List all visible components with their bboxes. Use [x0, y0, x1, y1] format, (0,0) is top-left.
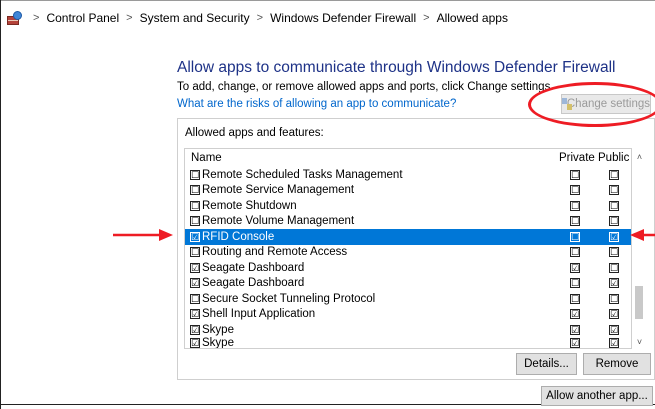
- public-checkbox[interactable]: ☑: [609, 337, 619, 348]
- details-button[interactable]: Details...: [516, 353, 577, 375]
- private-checkbox[interactable]: ☐: [570, 185, 580, 196]
- enable-checkbox[interactable]: ☑: [190, 309, 200, 320]
- app-name: RFID Console: [202, 230, 275, 243]
- private-checkbox[interactable]: ☑: [570, 262, 580, 273]
- public-checkbox[interactable]: ☑: [609, 278, 619, 289]
- enable-checkbox[interactable]: ☑: [190, 337, 200, 348]
- app-name: Routing and Remote Access: [202, 246, 348, 259]
- public-checkbox[interactable]: ☐: [609, 262, 619, 273]
- list-item[interactable]: ☐ Remote Shutdown ☐ ☐: [185, 198, 631, 214]
- risks-link[interactable]: What are the risks of allowing an app to…: [177, 98, 456, 110]
- breadcrumb: > Control Panel > System and Security > …: [6, 8, 508, 28]
- enable-checkbox[interactable]: ☑: [190, 262, 200, 273]
- list-item-selected[interactable]: ☑ RFID Console ☐ ☑: [185, 229, 631, 245]
- list-item[interactable]: ☑ Skype ☑ ☑: [185, 335, 631, 349]
- list-item[interactable]: ☐ Routing and Remote Access ☐ ☐: [185, 245, 631, 261]
- private-checkbox[interactable]: ☑: [570, 324, 580, 335]
- window-top-edge: [0, 0, 655, 1]
- column-name-header[interactable]: Name: [191, 152, 222, 164]
- enable-checkbox[interactable]: ☐: [190, 185, 200, 196]
- private-checkbox[interactable]: ☑: [570, 309, 580, 320]
- arrow-right-icon: [113, 229, 173, 241]
- public-checkbox[interactable]: ☑: [609, 324, 619, 335]
- breadcrumb-separator: >: [126, 12, 133, 24]
- page-subtitle: To add, change, or remove allowed apps a…: [177, 81, 554, 93]
- breadcrumb-firewall[interactable]: Windows Defender Firewall: [270, 11, 416, 25]
- list-item[interactable]: ☐ Remote Service Management ☐ ☐: [185, 183, 631, 199]
- app-name: Shell Input Application: [202, 308, 316, 321]
- scroll-down-icon[interactable]: ˅: [632, 335, 647, 349]
- enable-checkbox[interactable]: ☑: [190, 231, 200, 242]
- scroll-thumb[interactable]: [635, 286, 643, 319]
- list-item[interactable]: ☑ Shell Input Application ☑ ☑: [185, 307, 631, 323]
- panel-label: Allowed apps and features:: [185, 127, 324, 139]
- breadcrumb-separator: >: [256, 12, 264, 24]
- page-title: Allow apps to communicate through Window…: [177, 59, 616, 76]
- list-header: Name Private Public: [185, 149, 631, 166]
- list-item[interactable]: ☐ Remote Volume Management ☐ ☐: [185, 214, 631, 230]
- app-name: Remote Volume Management: [202, 215, 355, 228]
- column-public-header[interactable]: Public: [598, 152, 629, 164]
- private-checkbox[interactable]: ☐: [570, 293, 580, 304]
- public-checkbox[interactable]: ☐: [609, 200, 619, 211]
- allow-another-app-button[interactable]: Allow another app...: [541, 386, 653, 406]
- public-checkbox[interactable]: ☐: [609, 169, 619, 180]
- remove-button[interactable]: Remove: [583, 353, 651, 375]
- app-name: Secure Socket Tunneling Protocol: [202, 292, 376, 305]
- app-name: Seagate Dashboard: [202, 277, 305, 290]
- list-scrollbar[interactable]: ˄ ˅: [632, 148, 647, 349]
- public-checkbox[interactable]: ☐: [609, 247, 619, 258]
- enable-checkbox[interactable]: ☐: [190, 247, 200, 258]
- private-checkbox[interactable]: ☑: [570, 337, 580, 348]
- app-name: Remote Shutdown: [202, 199, 297, 212]
- allowed-apps-panel: Allowed apps and features: Name Private …: [177, 118, 655, 380]
- list-item[interactable]: ☐ Remote Scheduled Tasks Management ☐ ☐: [185, 167, 631, 183]
- list-item[interactable]: ☐ Secure Socket Tunneling Protocol ☐ ☐: [185, 291, 631, 307]
- breadcrumb-control-panel[interactable]: Control Panel: [46, 11, 119, 25]
- breadcrumb-allowed-apps[interactable]: Allowed apps: [437, 11, 508, 25]
- highlight-ellipse: [528, 82, 655, 127]
- private-checkbox[interactable]: ☐: [570, 231, 580, 242]
- app-name: Remote Service Management: [202, 184, 355, 197]
- enable-checkbox[interactable]: ☐: [190, 200, 200, 211]
- list-item[interactable]: ☑ Seagate Dashboard ☑ ☐: [185, 260, 631, 276]
- arrow-left-icon: [630, 229, 655, 241]
- enable-checkbox[interactable]: ☑: [190, 324, 200, 335]
- firewall-icon: [6, 10, 22, 26]
- column-private-header[interactable]: Private: [559, 152, 595, 164]
- scroll-up-icon[interactable]: ˄: [632, 150, 647, 164]
- enable-checkbox[interactable]: ☐: [190, 293, 200, 304]
- app-name: Remote Scheduled Tasks Management: [202, 168, 403, 181]
- enable-checkbox[interactable]: ☑: [190, 278, 200, 289]
- enable-checkbox[interactable]: ☐: [190, 169, 200, 180]
- breadcrumb-system-security[interactable]: System and Security: [140, 11, 250, 25]
- enable-checkbox[interactable]: ☐: [190, 216, 200, 227]
- private-checkbox[interactable]: ☐: [570, 278, 580, 289]
- window-left-edge: [0, 0, 1, 409]
- private-checkbox[interactable]: ☐: [570, 169, 580, 180]
- breadcrumb-separator: >: [423, 12, 430, 24]
- app-name: Skype: [202, 336, 234, 349]
- apps-list[interactable]: Name Private Public ☐ Remote Scheduled Ta…: [184, 148, 632, 349]
- public-checkbox[interactable]: ☐: [609, 216, 619, 227]
- private-checkbox[interactable]: ☐: [570, 247, 580, 258]
- public-checkbox[interactable]: ☑: [609, 231, 619, 242]
- private-checkbox[interactable]: ☐: [570, 216, 580, 227]
- public-checkbox[interactable]: ☐: [609, 185, 619, 196]
- app-name: Skype: [202, 323, 234, 336]
- app-name: Seagate Dashboard: [202, 261, 305, 274]
- public-checkbox[interactable]: ☐: [609, 293, 619, 304]
- private-checkbox[interactable]: ☐: [570, 200, 580, 211]
- breadcrumb-separator: >: [33, 12, 40, 24]
- list-item[interactable]: ☑ Seagate Dashboard ☐ ☑: [185, 276, 631, 292]
- public-checkbox[interactable]: ☑: [609, 309, 619, 320]
